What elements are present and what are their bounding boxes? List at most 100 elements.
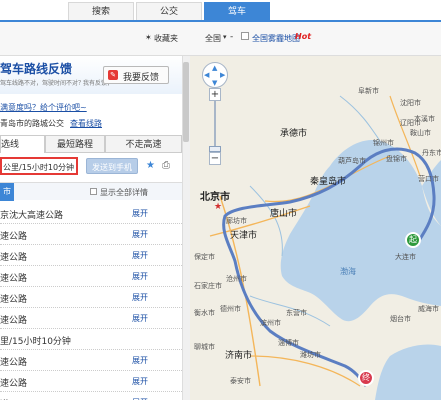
send-to-phone-button[interactable]: 发送到手机 [86, 158, 138, 174]
city-yingkou: 营口市 [418, 175, 439, 183]
city-huludao: 葫芦岛市 [338, 157, 366, 165]
route-step-row[interactable]: 里/15小时10分钟 [0, 328, 182, 350]
road-4 [249, 355, 361, 387]
tab-drive[interactable]: 驾车 [204, 2, 270, 20]
tab-shortest[interactable]: 最短路程 [45, 135, 105, 153]
route-step-row[interactable]: 京沈大高速公路 展开 [0, 202, 182, 224]
pan-right-icon[interactable]: ▶ [220, 71, 225, 79]
route-mode-tabs: 选线 最短路程 不走高速 [0, 135, 182, 153]
route-step-list: 京沈大高速公路 展开 速公路 展开 速公路 展开 速公路 展开 速公路 展开 速公路 展开 里/15小时… [0, 202, 182, 400]
south-sea [375, 344, 441, 400]
rating-link[interactable]: 满意度吗？给个评价吧~ [0, 102, 87, 113]
send-to-phone-label: 发送到手机 [92, 163, 132, 172]
print-icon[interactable]: ⎙ [162, 160, 170, 171]
capital-star-icon: ★ [214, 202, 223, 212]
route-step-row[interactable]: 速公路 展开 [0, 307, 182, 329]
route-step-row[interactable]: 速公路 展开 [0, 244, 182, 266]
city-dongying: 东营市 [286, 309, 307, 317]
pan-control[interactable]: ▲ ▼ ◀ ▶ [202, 62, 228, 88]
city-panjin: 盘锦市 [386, 155, 407, 163]
city-langfang: 廊坊市 [226, 217, 247, 225]
bus-hint: 青岛市的路城公交 [0, 119, 64, 128]
river-2 [339, 95, 381, 142]
expand-link[interactable]: 展开 [132, 229, 148, 240]
pan-left-icon[interactable]: ◀ [204, 71, 209, 79]
expand-link[interactable]: 展开 [132, 376, 148, 387]
feedback-banner: 驾车路线反馈 驾车线路不对，驾驶时间不对？ 我有反馈， ✎ 我要反馈 [0, 56, 182, 94]
route-step-name: 速公路 [0, 379, 28, 389]
show-all-label: 显示全部详情 [100, 188, 148, 197]
route-step-name: 速公路 [0, 358, 28, 368]
checkbox-icon[interactable] [241, 32, 249, 40]
zoom-track[interactable] [214, 101, 216, 149]
city-hengshui: 衡水市 [194, 309, 215, 317]
city-zibo: 淄博市 [278, 339, 299, 347]
route-step-row[interactable]: 道展开 [0, 391, 182, 400]
route-step-row[interactable]: 速公路 展开 [0, 286, 182, 308]
chevron-down-icon: ▾ [223, 33, 227, 41]
route-step-name: 速公路 [0, 316, 28, 326]
city-shenyang: 沈阳市 [400, 99, 421, 107]
map-toolbar: ✶ 收藏夹 全国 ▾ - 全国雾霾地图 Hot [0, 22, 441, 56]
end-marker[interactable]: 终 [358, 370, 374, 386]
expand-link[interactable]: 展开 [132, 313, 148, 324]
city-dezhou: 德州市 [220, 305, 241, 313]
pan-down-icon[interactable]: ▼ [212, 79, 217, 87]
expand-link[interactable]: 展开 [132, 250, 148, 261]
city-weihai: 威海市 [418, 305, 439, 313]
scrollbar-thumb[interactable] [183, 62, 189, 142]
city-qinhuangdao: 秦皇岛市 [310, 177, 347, 187]
river-1 [249, 185, 283, 257]
city-fuxin: 阜新市 [358, 87, 379, 95]
city-anshan: 鞍山市 [410, 129, 431, 137]
zoom-in-button[interactable]: + [209, 88, 221, 101]
star-icon: ✶ [145, 33, 152, 42]
route-step-name: 京沈大高速公路 [0, 211, 64, 221]
route-step-row[interactable]: 速公路 展开 [0, 349, 182, 371]
city-dandong: 丹东市 [422, 149, 441, 157]
expand-link[interactable]: 展开 [132, 292, 148, 303]
favorite-star-icon[interactable]: ★ [146, 160, 155, 171]
route-step-row[interactable]: 速公路 展开 [0, 265, 182, 287]
route-step-row[interactable]: 速公路 展开 [0, 370, 182, 392]
show-all-checkbox[interactable] [90, 188, 97, 195]
start-marker[interactable]: 起 [405, 232, 421, 248]
smog-map-link[interactable]: 全国雾霾地图 [252, 33, 300, 44]
expand-link[interactable]: 展开 [132, 355, 148, 366]
tab-recommended[interactable]: 选线 [0, 135, 45, 153]
city-yantai: 烟台市 [390, 315, 411, 323]
route-summary-box: 公里/15小时10分钟 [0, 157, 78, 175]
city-baoding: 保定市 [194, 253, 215, 261]
map-view[interactable]: ▲ ▼ ◀ ▶ + − 北京市 ★ 天津市 唐山市 秦皇岛市 承德市 锦州市 营… [190, 56, 441, 400]
city-chengde: 承德市 [280, 129, 308, 139]
city-liaoyang: 辽阳市 [400, 119, 421, 127]
feedback-button[interactable]: ✎ 我要反馈 [103, 66, 169, 84]
city-shijiazhuang: 石家庄市 [194, 282, 222, 290]
route-panel: 驾车路线反馈 驾车线路不对，驾驶时间不对？ 我有反馈， ✎ 我要反馈 满意度吗？… [0, 56, 190, 400]
pan-up-icon[interactable]: ▲ [212, 64, 217, 72]
region-selector[interactable]: 全国 [205, 33, 221, 44]
tab-bus[interactable]: 公交 [136, 2, 202, 20]
city-tangshan: 唐山市 [270, 209, 298, 219]
city-jinzhou: 锦州市 [373, 139, 394, 147]
expand-link[interactable]: 展开 [132, 271, 148, 282]
city-liaocheng: 聊城市 [194, 343, 215, 351]
feedback-subtitle: 驾车线路不对，驾驶时间不对？ [0, 80, 85, 87]
zoom-out-button[interactable]: − [209, 152, 221, 165]
tab-no-highway[interactable]: 不走高速 [105, 135, 182, 153]
city-label: 市 [0, 183, 14, 201]
city-taian: 泰安市 [230, 377, 251, 385]
tab-search[interactable]: 搜索 [68, 2, 134, 20]
city-jinan: 济南市 [225, 351, 253, 361]
route-step-row[interactable]: 速公路 展开 [0, 223, 182, 245]
favorites-link[interactable]: 收藏夹 [154, 33, 178, 44]
expand-link[interactable]: 展开 [132, 208, 148, 219]
route-step-name: 速公路 [0, 232, 28, 242]
city-header-row: 市 显示全部详情 [0, 182, 182, 201]
route-step-name: 里/15小时10分钟 [0, 337, 71, 347]
feedback-button-label: 我要反馈 [123, 73, 160, 83]
bus-line-link[interactable]: 查看线路 [70, 118, 102, 129]
water-label-bohai: 渤海 [340, 267, 356, 276]
route-summary: 公里/15小时10分钟 [3, 163, 75, 172]
route-step-name: 速公路 [0, 274, 28, 284]
